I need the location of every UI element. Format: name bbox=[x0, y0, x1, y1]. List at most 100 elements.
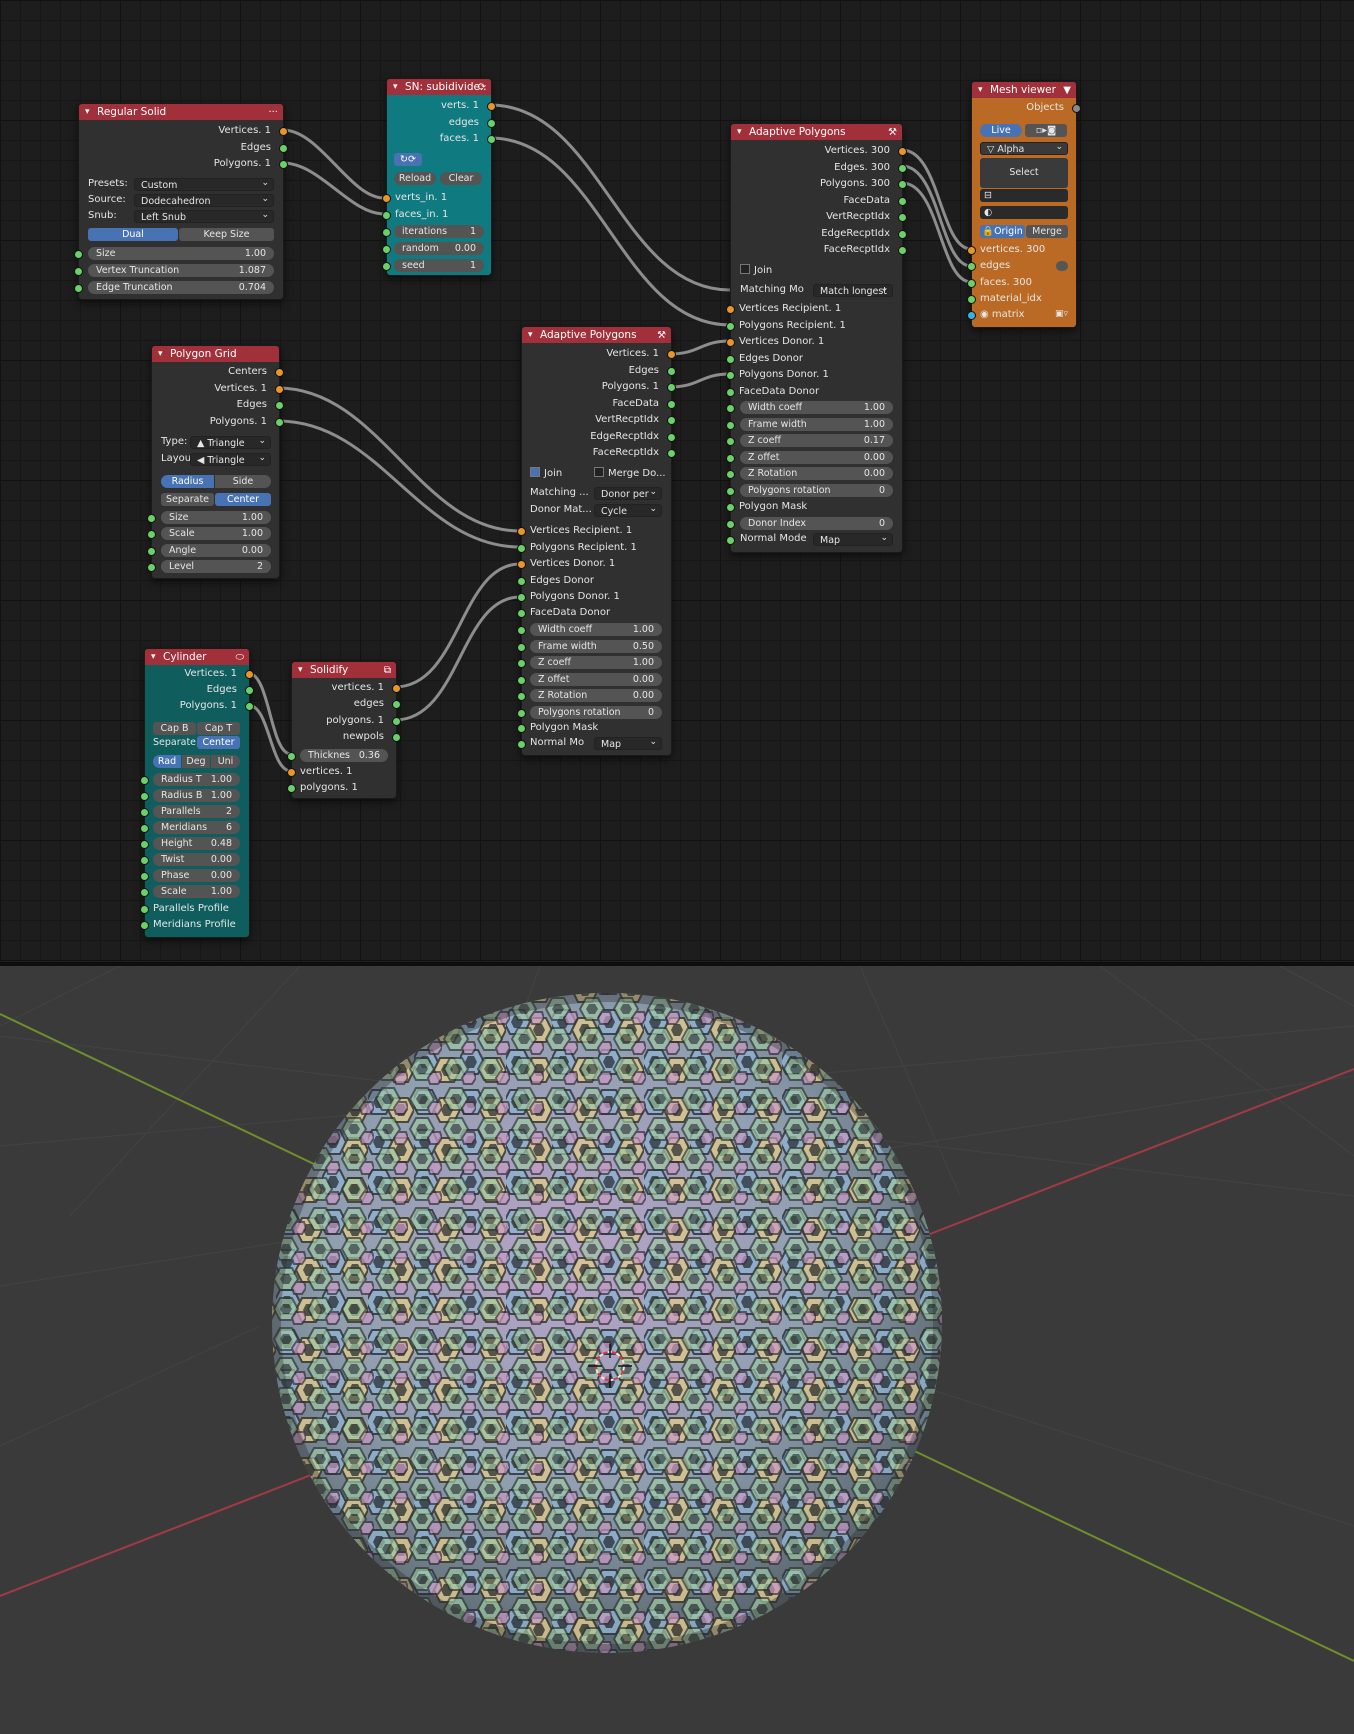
socket-in[interactable] bbox=[726, 388, 735, 397]
socket-in[interactable] bbox=[140, 808, 149, 817]
socket-in[interactable] bbox=[147, 514, 156, 523]
separate-toggle[interactable]: Separate bbox=[153, 736, 196, 749]
width-coeff-field[interactable]: Width coeff 1.00 bbox=[740, 401, 893, 414]
socket-out[interactable] bbox=[667, 433, 676, 442]
clear-button[interactable]: Clear bbox=[440, 172, 482, 185]
socket-in[interactable] bbox=[140, 905, 149, 914]
width-coeff-field[interactable]: Width coeff 1.00 bbox=[530, 623, 662, 636]
scale-field[interactable]: Scale 1.00 bbox=[153, 885, 240, 898]
socket-in[interactable] bbox=[382, 228, 391, 237]
angle-field[interactable]: Angle 0.00 bbox=[161, 544, 271, 557]
merge-toggle[interactable]: Merge bbox=[1026, 225, 1068, 238]
socket-in[interactable] bbox=[382, 211, 391, 220]
socket-in[interactable] bbox=[726, 454, 735, 463]
socket-out[interactable] bbox=[898, 164, 907, 173]
socket-out[interactable] bbox=[392, 733, 401, 742]
node-header[interactable]: Polygon Grid bbox=[152, 346, 279, 362]
socket-out[interactable] bbox=[898, 147, 907, 156]
menu-dots-icon[interactable]: ··· bbox=[268, 105, 278, 120]
socket-in[interactable] bbox=[147, 563, 156, 572]
socket-out[interactable] bbox=[898, 230, 907, 239]
node-header[interactable]: Regular Solid ··· bbox=[79, 104, 283, 120]
join-checkbox[interactable]: Join bbox=[530, 467, 562, 481]
socket-in[interactable] bbox=[967, 279, 976, 288]
socket-in[interactable] bbox=[74, 267, 83, 276]
socket-in[interactable] bbox=[967, 262, 976, 271]
polygon-grid-node[interactable]: Polygon Grid Centers Vertices. 1 Edges P… bbox=[147, 345, 284, 579]
node-header[interactable]: Mesh viewer ▼ bbox=[972, 82, 1076, 98]
collection-icon[interactable]: ⊟ bbox=[980, 189, 1068, 202]
live-toggle[interactable]: Live bbox=[980, 124, 1022, 137]
merge-donor-checkbox[interactable]: Merge Do... bbox=[594, 467, 666, 481]
snub-dropdown[interactable]: Left Snub bbox=[134, 210, 274, 223]
socket-out[interactable] bbox=[245, 686, 254, 695]
socket-out[interactable] bbox=[275, 385, 284, 394]
normal-mode-dropdown[interactable]: Map bbox=[813, 533, 893, 546]
frame-width-field[interactable]: Frame width 0.50 bbox=[530, 640, 662, 653]
socket-in[interactable] bbox=[517, 724, 526, 733]
size-field[interactable]: Size 1.00 bbox=[88, 247, 274, 260]
socket-in[interactable] bbox=[726, 536, 735, 545]
socket-out[interactable] bbox=[898, 197, 907, 206]
socket-in[interactable] bbox=[517, 709, 526, 718]
cap-bottom-toggle[interactable]: Cap B bbox=[153, 722, 196, 735]
z-offset-field[interactable]: Z offet 0.00 bbox=[530, 673, 662, 686]
sn-subdivide-node[interactable]: SN: subidivide..⟳ verts. 1 edges faces. … bbox=[382, 78, 496, 276]
polygons-rotation-field[interactable]: Polygons rotation 0 bbox=[530, 706, 662, 719]
socket-in[interactable] bbox=[517, 643, 526, 652]
socket-in[interactable] bbox=[517, 676, 526, 685]
socket-out[interactable] bbox=[1072, 104, 1081, 113]
socket-in[interactable] bbox=[726, 487, 735, 496]
deg-toggle[interactable]: Deg bbox=[182, 755, 210, 768]
socket-in[interactable] bbox=[382, 262, 391, 271]
socket-in[interactable] bbox=[726, 355, 735, 364]
socket-in[interactable] bbox=[517, 659, 526, 668]
origin-toggle[interactable]: 🔒Origin bbox=[980, 225, 1025, 238]
socket-in[interactable] bbox=[726, 371, 735, 380]
socket-in[interactable] bbox=[517, 544, 526, 553]
socket-in[interactable] bbox=[967, 295, 976, 304]
socket-in[interactable] bbox=[140, 888, 149, 897]
object-name-field[interactable]: ▽ Alpha bbox=[980, 142, 1068, 155]
meridians-field[interactable]: Meridians 6 bbox=[153, 821, 240, 834]
socket-in[interactable] bbox=[382, 245, 391, 254]
type-dropdown[interactable]: ▲ Triangle bbox=[190, 436, 271, 449]
socket-in[interactable] bbox=[140, 840, 149, 849]
socket-in[interactable] bbox=[967, 311, 976, 320]
height-field[interactable]: Height 0.48 bbox=[153, 837, 240, 850]
socket-out[interactable] bbox=[392, 717, 401, 726]
socket-in[interactable] bbox=[517, 692, 526, 701]
matching-dropdown[interactable]: Donor per bbox=[594, 487, 662, 500]
socket-out[interactable] bbox=[667, 416, 676, 425]
node-header[interactable]: Cylinder ⬭ bbox=[145, 649, 249, 665]
socket-in[interactable] bbox=[726, 503, 735, 512]
socket-in[interactable] bbox=[517, 609, 526, 618]
radius-toggle[interactable]: Radius bbox=[161, 475, 214, 488]
socket-out[interactable] bbox=[275, 368, 284, 377]
edge-truncation-field[interactable]: Edge Truncation 0.704 bbox=[88, 281, 274, 294]
socket-out[interactable] bbox=[392, 700, 401, 709]
edges-toggle-icon[interactable] bbox=[1056, 261, 1068, 271]
scale-field[interactable]: Scale 1.00 bbox=[161, 527, 271, 540]
socket-out[interactable] bbox=[279, 144, 288, 153]
seed-field[interactable]: seed 1 bbox=[394, 259, 484, 272]
socket-in[interactable] bbox=[967, 246, 976, 255]
frame-width-field[interactable]: Frame width 1.00 bbox=[740, 418, 893, 431]
z-coeff-field[interactable]: Z coeff 0.17 bbox=[740, 434, 893, 447]
socket-in[interactable] bbox=[726, 421, 735, 430]
socket-out[interactable] bbox=[667, 449, 676, 458]
z-coeff-field[interactable]: Z coeff 1.00 bbox=[530, 656, 662, 669]
socket-in[interactable] bbox=[140, 776, 149, 785]
polygons-rotation-field[interactable]: Polygons rotation 0 bbox=[740, 484, 893, 497]
socket-in[interactable] bbox=[517, 626, 526, 635]
center-toggle[interactable]: Center bbox=[215, 493, 271, 506]
adaptive-polygons-node-1[interactable]: Adaptive Polygons ⚒ Vertices. 1 Edges Pol… bbox=[517, 326, 676, 756]
socket-in[interactable] bbox=[517, 740, 526, 749]
socket-in[interactable] bbox=[74, 250, 83, 259]
socket-in[interactable] bbox=[140, 792, 149, 801]
node-editor[interactable]: Regular Solid ··· Vertices. 1 Edges Polyg… bbox=[0, 0, 1354, 962]
level-field[interactable]: Level 2 bbox=[161, 560, 271, 573]
keep-size-toggle[interactable]: Keep Size bbox=[179, 228, 274, 241]
twist-field[interactable]: Twist 0.00 bbox=[153, 853, 240, 866]
z-offset-field[interactable]: Z offet 0.00 bbox=[740, 451, 893, 464]
